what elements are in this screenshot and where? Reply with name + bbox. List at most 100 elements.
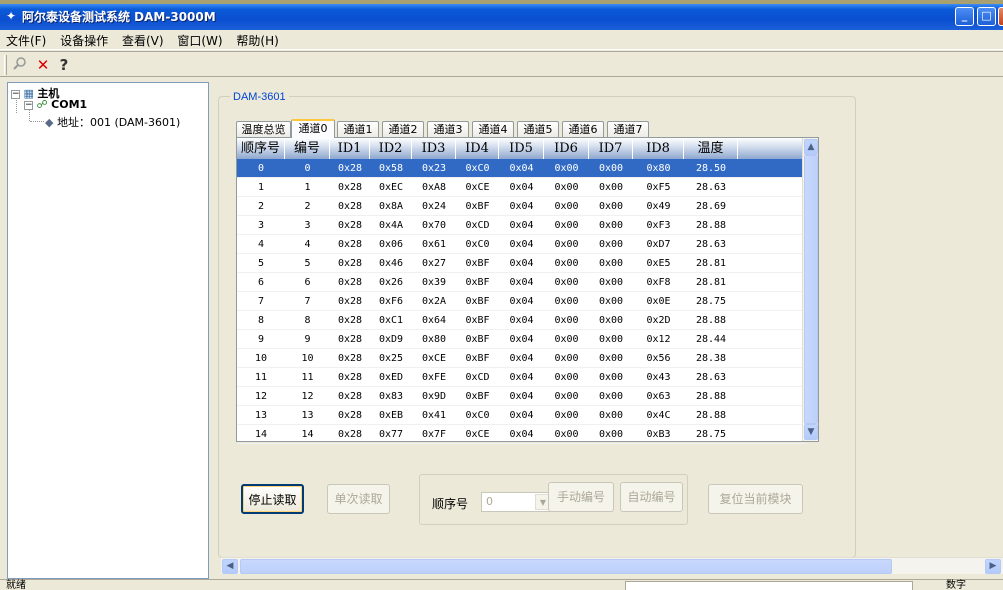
table-cell: 0x2A <box>421 296 447 307</box>
table-cell: 0x56 <box>646 353 671 364</box>
tab-channel-4[interactable]: 通道4 <box>472 121 514 137</box>
collapse-icon[interactable]: − <box>24 100 33 110</box>
menu-window[interactable]: 窗口(W) <box>171 30 226 49</box>
scroll-right-icon[interactable]: ▶ <box>985 559 1001 574</box>
delete-icon[interactable]: ✕ <box>33 55 53 75</box>
column-header[interactable]: ID8 <box>633 138 684 159</box>
table-cell: 0xEB <box>378 410 404 421</box>
table-row[interactable]: 7 7 0x28 0xF6 0x2A 0xBF 0x04 0x00 0x00 0x0E 28.75 <box>237 292 807 311</box>
column-header[interactable]: ID4 <box>456 138 499 159</box>
table-cell: 28.81 <box>695 277 727 288</box>
menu-view[interactable]: 查看(V) <box>116 30 168 49</box>
table-cell: 0x06 <box>378 239 404 250</box>
close-button[interactable] <box>998 7 1003 26</box>
table-cell: 0xF5 <box>646 182 671 193</box>
tab-channel-0[interactable]: 通道0 <box>291 119 335 138</box>
tab-channel-7[interactable]: 通道7 <box>607 121 649 137</box>
scroll-thumb[interactable] <box>804 155 818 424</box>
table-row[interactable]: 8 8 0x28 0xC1 0x64 0xBF 0x04 0x00 0x00 0x2D 28.88 <box>237 311 807 330</box>
num-lock-indicator: 数字 <box>946 580 966 590</box>
column-header[interactable]: ID7 <box>589 138 633 159</box>
table-cell: 0x12 <box>646 334 671 345</box>
table-row[interactable]: 13 13 0x28 0xEB 0x41 0xC0 0x04 0x00 0x00 0x4C 28.8… <box>237 406 807 425</box>
column-header[interactable]: ID2 <box>370 138 412 159</box>
column-header[interactable]: ID3 <box>412 138 456 159</box>
table-cell: 0x04 <box>509 182 534 193</box>
table-cell: 0xBF <box>465 391 490 402</box>
maximize-button[interactable]: □ <box>977 7 996 26</box>
collapse-icon[interactable]: − <box>11 89 20 99</box>
table-cell: 0x04 <box>509 277 534 288</box>
table-cell: 0x24 <box>421 201 447 212</box>
tab-channel-1[interactable]: 通道1 <box>337 121 379 137</box>
scroll-thumb[interactable] <box>240 559 892 574</box>
column-header[interactable]: ID5 <box>499 138 544 159</box>
seq-select[interactable]: 0 ▼ <box>481 492 553 512</box>
table-cell: 0x04 <box>509 258 534 269</box>
table-row[interactable]: 9 9 0x28 0xD9 0x80 0xBF 0x04 0x00 0x00 0x12 28.44 <box>237 330 807 349</box>
table-row[interactable]: 1 1 0x28 0xEC 0xA8 0xCE 0x04 0x00 0x00 0xF5 28.63 <box>237 178 807 197</box>
table-cell: 0x49 <box>646 201 671 212</box>
table-row[interactable]: 12 12 0x28 0x83 0x9D 0xBF 0x04 0x00 0x00 0x63 28.8… <box>237 387 807 406</box>
table-row[interactable]: 0 0 0x28 0x58 0x23 0xC0 0x04 0x00 0x00 0x80 28.50 <box>237 159 807 178</box>
manual-number-button[interactable]: 手动编号 <box>548 482 614 512</box>
table-cell: 0xCD <box>465 372 490 383</box>
reset-module-button[interactable]: 复位当前模块 <box>708 484 803 514</box>
minimize-button[interactable]: _ <box>955 7 974 26</box>
table-cell: 0xBF <box>465 201 490 212</box>
stop-read-button[interactable]: 停止读取 <box>241 484 304 514</box>
table-cell: 0x04 <box>509 239 534 250</box>
table-cell: 0xBF <box>465 277 490 288</box>
tab-channel-5[interactable]: 通道5 <box>517 121 559 137</box>
column-header[interactable]: 顺序号 <box>237 138 285 159</box>
menu-help[interactable]: 帮助(H) <box>230 30 282 49</box>
column-header[interactable]: ID6 <box>544 138 589 159</box>
scroll-up-icon[interactable]: ▲ <box>804 139 818 155</box>
horizontal-scrollbar[interactable]: ◀ ▶ <box>221 557 1003 574</box>
menu-file[interactable]: 文件(F) <box>0 30 50 49</box>
table-cell: 0xF8 <box>646 277 671 288</box>
table-cell: 0x61 <box>421 239 447 250</box>
table-cell: 14 <box>301 429 314 440</box>
table-cell: 7 <box>257 296 265 307</box>
tab-temperature-overview[interactable]: 温度总览 <box>236 121 291 137</box>
table-cell: 0x00 <box>554 410 579 421</box>
table-cell: 0xBF <box>465 334 490 345</box>
scroll-left-icon[interactable]: ◀ <box>222 559 238 574</box>
table-cell: 0xED <box>378 372 404 383</box>
table-row[interactable]: 14 14 0x28 0x77 0x7F 0xCE 0x04 0x00 0x00 0xB3 28.7… <box>237 425 807 444</box>
tab-channel-3[interactable]: 通道3 <box>427 121 469 137</box>
table-row[interactable]: 2 2 0x28 0x8A 0x24 0xBF 0x04 0x00 0x00 0x49 28.69 <box>237 197 807 216</box>
tree-node-label: 地址：001 (DAM-3601) <box>56 116 181 129</box>
table-cell: 0x80 <box>646 163 671 174</box>
table-cell: 0x80 <box>421 334 447 345</box>
tree-node-port[interactable]: − ☍ COM1 <box>24 98 87 111</box>
vertical-scrollbar[interactable]: ▲ ▼ <box>802 138 818 441</box>
scroll-down-icon[interactable]: ▼ <box>804 424 818 440</box>
table-cell: 0x00 <box>598 182 624 193</box>
table-row[interactable]: 5 5 0x28 0x46 0x27 0xBF 0x04 0x00 0x00 0xE5 28.81 <box>237 254 807 273</box>
table-row[interactable]: 11 11 0x28 0xED 0xFE 0xCD 0x04 0x00 0x00 0x43 28.6… <box>237 368 807 387</box>
toolbar-grip <box>4 55 7 75</box>
table-cell: 0x00 <box>598 410 624 421</box>
table-cell: 0x00 <box>554 372 579 383</box>
table-row[interactable]: 3 3 0x28 0x4A 0x70 0xCD 0x04 0x00 0x00 0xF3 28.88 <box>237 216 807 235</box>
tab-channel-2[interactable]: 通道2 <box>382 121 424 137</box>
column-header[interactable]: ID1 <box>330 138 370 159</box>
column-header[interactable]: 温度 <box>684 138 738 159</box>
tree-node-device[interactable]: ◆ 地址：001 (DAM-3601) <box>45 114 180 130</box>
table-cell: 0xA8 <box>421 182 447 193</box>
single-read-button[interactable]: 单次读取 <box>327 484 390 514</box>
column-header[interactable]: 编号 <box>285 138 330 159</box>
table-cell: 1 <box>304 182 311 193</box>
table-row[interactable]: 4 4 0x28 0x06 0x61 0xC0 0x04 0x00 0x00 0xD7 28.63 <box>237 235 807 254</box>
table-cell: 0x00 <box>554 163 579 174</box>
table-row[interactable]: 6 6 0x28 0x26 0x39 0xBF 0x04 0x00 0x00 0xF8 28.81 <box>237 273 807 292</box>
table-cell: 0xBF <box>465 258 490 269</box>
menu-device-ops[interactable]: 设备操作 <box>54 30 112 49</box>
tab-channel-6[interactable]: 通道6 <box>562 121 604 137</box>
table-row[interactable]: 10 10 0x28 0x25 0xCE 0xBF 0x04 0x00 0x00 0x56 28.3… <box>237 349 807 368</box>
help-icon[interactable]: ? <box>54 55 74 75</box>
auto-number-button[interactable]: 自动编号 <box>620 482 683 512</box>
search-icon[interactable] <box>10 55 30 75</box>
